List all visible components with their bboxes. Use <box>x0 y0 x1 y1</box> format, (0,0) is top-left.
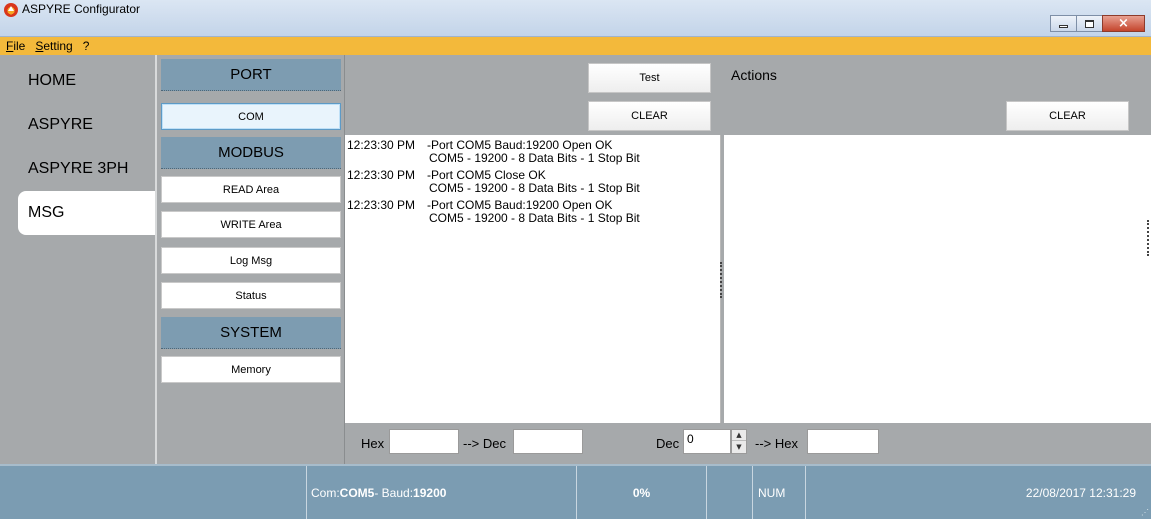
log-pane[interactable]: 12:23:30 PM -Port COM5 Baud:19200 Open OK… <box>345 135 721 423</box>
log-entry: 12:23:30 PM -Port COM5 Baud:19200 Open OK… <box>345 195 720 224</box>
status-bar: Com: COM5 - Baud: 19200 0% NUM 22/08/2017 … <box>0 464 1151 519</box>
log-detail: COM5 - 19200 - 8 Data Bits - 1 Stop Bit <box>429 181 640 195</box>
actions-pane[interactable] <box>724 135 1151 423</box>
log-time: 12:23:30 PM <box>347 198 416 212</box>
log-message: -Port COM5 Baud:19200 Open OK <box>427 138 613 152</box>
minimize-button[interactable] <box>1050 15 1077 32</box>
status-spacer <box>706 466 752 519</box>
converter-bar: Hex --> Dec Dec 0 ▲ ▼ --> Hex <box>345 425 1151 463</box>
hex-label: Hex <box>361 436 385 451</box>
spin-down-icon[interactable]: ▼ <box>732 441 746 452</box>
menu-help[interactable]: ? <box>83 39 90 53</box>
com-button[interactable]: COM <box>161 103 341 130</box>
left-nav: HOME ASPYRE ASPYRE 3PH MSG <box>0 55 155 464</box>
dec-result-field[interactable] <box>513 429 583 454</box>
nav-item-aspyre-3ph[interactable]: ASPYRE 3PH <box>18 147 155 191</box>
status-button[interactable]: Status <box>161 282 341 309</box>
log-entry: 12:23:30 PM -Port COM5 Baud:19200 Open OK… <box>345 135 720 164</box>
section-port-header: PORT <box>161 59 341 91</box>
hex-result-field[interactable] <box>807 429 879 454</box>
test-button[interactable]: Test <box>588 63 711 93</box>
main-area: HOME ASPYRE ASPYRE 3PH MSG PORT COM MODB… <box>0 55 1151 464</box>
section-modbus-header: MODBUS <box>161 137 341 169</box>
clear-log-button[interactable]: CLEAR <box>588 101 711 131</box>
maximize-icon <box>1085 19 1094 28</box>
content-panel: Test CLEAR Actions CLEAR 12:23:30 PM -Por… <box>344 55 1151 464</box>
menu-setting[interactable]: Setting <box>35 39 72 53</box>
close-button[interactable]: × <box>1102 15 1145 32</box>
resize-grip-icon[interactable]: ⋰ <box>1141 509 1149 517</box>
log-time: 12:23:30 PM <box>347 168 416 182</box>
close-icon: × <box>1118 16 1129 31</box>
minimize-icon <box>1059 24 1068 28</box>
dec-input[interactable]: 0 <box>683 429 731 454</box>
right-splitter-handle[interactable] <box>1147 220 1149 256</box>
hex-input[interactable] <box>389 429 459 454</box>
nav-item-home[interactable]: HOME <box>18 59 155 103</box>
window-controls: × <box>1050 15 1145 32</box>
splitter-handle[interactable] <box>720 262 722 298</box>
log-detail: COM5 - 19200 - 8 Data Bits - 1 Stop Bit <box>429 211 640 225</box>
function-menu: PORT COM MODBUS READ Area WRITE Area Log… <box>155 55 344 464</box>
app-logo-icon <box>4 3 18 17</box>
status-progress: 0% <box>576 466 706 519</box>
dec-spinner[interactable]: ▲ ▼ <box>731 429 747 454</box>
actions-title: Actions <box>731 67 777 83</box>
to-dec-label: --> Dec <box>463 436 506 451</box>
menu-file[interactable]: File <box>6 39 25 53</box>
window-title: ASPYRE Configurator <box>22 2 141 16</box>
read-area-button[interactable]: READ Area <box>161 176 341 203</box>
status-baud: 19200 <box>413 485 447 500</box>
log-message: -Port COM5 Close OK <box>427 168 546 182</box>
log-detail: COM5 - 19200 - 8 Data Bits - 1 Stop Bit <box>429 151 640 165</box>
nav-item-msg[interactable]: MSG <box>18 191 155 235</box>
status-com: Com: COM5 - Baud: 19200 <box>306 466 576 519</box>
memory-button[interactable]: Memory <box>161 356 341 383</box>
dec-label: Dec <box>656 436 680 451</box>
section-system-header: SYSTEM <box>161 317 341 349</box>
status-com-port: COM5 <box>339 485 375 500</box>
log-time: 12:23:30 PM <box>347 138 416 152</box>
write-area-button[interactable]: WRITE Area <box>161 211 341 238</box>
log-msg-button[interactable]: Log Msg <box>161 247 341 274</box>
maximize-button[interactable] <box>1076 15 1103 32</box>
status-num: NUM <box>752 466 805 519</box>
title-bar: ASPYRE Configurator × <box>0 0 1151 37</box>
nav-item-aspyre[interactable]: ASPYRE <box>18 103 155 147</box>
log-entry: 12:23:30 PM -Port COM5 Close OK COM5 - 19… <box>345 165 720 194</box>
spin-up-icon[interactable]: ▲ <box>732 430 746 441</box>
clear-actions-button[interactable]: CLEAR <box>1006 101 1129 131</box>
log-message: -Port COM5 Baud:19200 Open OK <box>427 198 613 212</box>
to-hex-label: --> Hex <box>755 436 798 451</box>
status-datetime: 22/08/2017 12:31:29 <box>805 466 1151 519</box>
menu-bar: File Setting ? <box>0 37 1151 55</box>
